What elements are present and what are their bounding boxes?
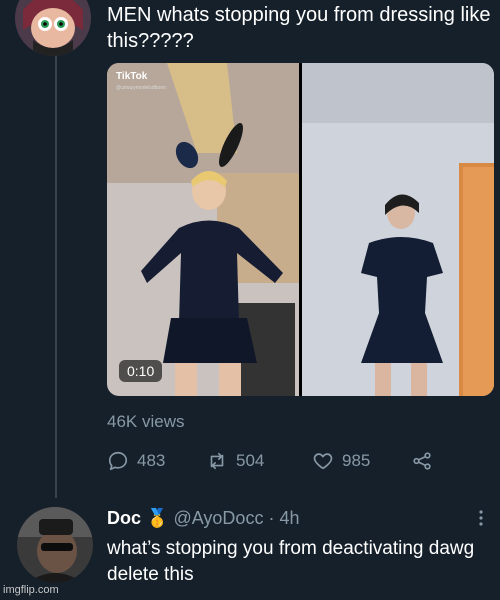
heart-icon — [313, 453, 333, 470]
separator-dot: · — [268, 508, 275, 528]
tweet-text: MEN whats stopping you from dressing lik… — [107, 4, 491, 52]
cartoon-avatar-image — [15, 0, 91, 56]
video-player[interactable]: TikTok @umazymodelsdbonn 0:10 — [107, 63, 494, 396]
tweet-header: Doc 🥇 @AyoDocc · 4h — [107, 508, 300, 529]
reply-button[interactable]: 483 — [107, 450, 165, 472]
share-icon — [413, 452, 431, 470]
like-button[interactable]: 985 — [312, 450, 370, 472]
avatar[interactable] — [17, 507, 93, 583]
watermark: imgflip.com — [3, 584, 59, 596]
like-count: 985 — [342, 451, 371, 470]
more-options-icon[interactable] — [476, 508, 486, 528]
video-thumbnail — [107, 63, 494, 396]
user-handle[interactable]: @AyoDocc — [173, 508, 263, 528]
reply-count: 483 — [137, 451, 166, 470]
avatar[interactable] — [15, 0, 91, 56]
retweet-icon — [210, 452, 224, 470]
tweet-actions: 483 504 985 — [107, 450, 447, 476]
view-count: 46K views — [107, 412, 185, 431]
share-button[interactable] — [411, 450, 433, 472]
reply-icon — [108, 451, 128, 471]
thread-line — [55, 56, 57, 498]
profile-photo-image — [17, 507, 93, 583]
display-name[interactable]: Doc — [107, 508, 141, 528]
retweet-count: 504 — [236, 451, 265, 470]
tiktok-handle: @umazymodelsdbonn — [116, 85, 166, 91]
medal-icon: 🥇 — [146, 508, 169, 528]
tweet-text: what’s stopping you from deactivating da… — [107, 538, 475, 585]
retweet-button[interactable]: 504 — [206, 450, 264, 472]
timestamp[interactable]: 4h — [279, 508, 299, 528]
video-duration: 0:10 — [119, 360, 163, 382]
tiktok-logo: TikTok — [116, 71, 148, 82]
